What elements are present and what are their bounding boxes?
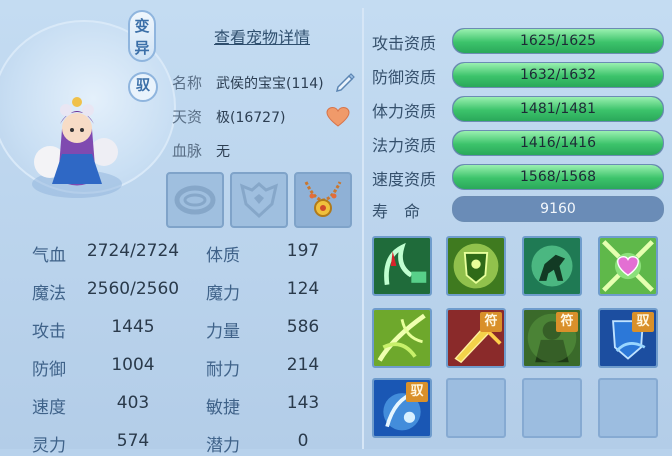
skill-slot[interactable]: 符 <box>522 308 582 368</box>
aptitude-value: 1481/1481 <box>520 101 596 117</box>
aptitude-value: 1625/1625 <box>520 33 596 49</box>
aptitude-label: 天资 <box>172 108 203 126</box>
empty-skill-slot[interactable] <box>598 378 658 438</box>
stat-label: 气血 <box>32 246 66 266</box>
attribute-label: 耐力 <box>206 360 240 380</box>
skill-slot[interactable]: 驭 <box>598 308 658 368</box>
skill-slot[interactable] <box>372 308 432 368</box>
bloodline-value: 无 <box>216 144 230 160</box>
life-label: 寿 命 <box>372 202 421 221</box>
aptitude-label: 攻击资质 <box>372 34 437 53</box>
pet-info-panel: 变异 驭 查看宠物详情 名称 武侯的宝宝(114) 天资 极(16727) 血脉无 <box>0 0 672 456</box>
stat-value: 574 <box>116 431 150 451</box>
aptitude-bar: 1632/1632 <box>452 62 664 88</box>
skill-slot[interactable] <box>372 236 432 296</box>
stat-value: 2560/2560 <box>86 279 180 299</box>
variant-tag: 变异 <box>128 10 156 62</box>
attribute-label: 魔力 <box>206 284 240 304</box>
attribute-label: 体质 <box>206 246 240 266</box>
stat-value: 1445 <box>111 317 155 337</box>
blood-drain-skill-icon <box>374 238 430 294</box>
life-bar: 9160 <box>452 196 664 222</box>
aptitude-label: 法力资质 <box>372 136 437 155</box>
aptitude-label: 速度资质 <box>372 170 437 189</box>
aptitude-value: 极(16727) <box>216 110 286 126</box>
equip-slot-necklace[interactable] <box>294 172 352 228</box>
stat-label: 防御 <box>32 360 66 380</box>
name-row: 名称 武侯的宝宝(114) <box>172 72 324 93</box>
stat-value: 403 <box>116 393 150 413</box>
empty-skill-slot[interactable] <box>446 378 506 438</box>
equip-slot-armor[interactable] <box>230 172 288 228</box>
leaf-burst-skill-icon <box>374 310 430 366</box>
stat-label: 速度 <box>32 398 66 418</box>
aptitude-bar: 1416/1416 <box>452 130 664 156</box>
view-pet-details-link[interactable]: 查看宠物详情 <box>214 24 310 48</box>
aptitude-row: 天资 极(16727) <box>172 106 285 127</box>
attribute-value: 0 <box>297 431 309 451</box>
aptitude-bar: 1481/1481 <box>452 96 664 122</box>
bloodline-row: 血脉无 <box>172 140 230 161</box>
skill-slot[interactable]: 符 <box>446 308 506 368</box>
collar-slot-icon <box>174 185 216 215</box>
edit-pencil-icon[interactable] <box>334 70 356 92</box>
attribute-value: 143 <box>286 393 320 413</box>
column-divider <box>362 8 364 449</box>
attribute-value: 586 <box>286 317 320 337</box>
aptitude-value: 1568/1568 <box>520 169 596 185</box>
skill-badge: 驭 <box>632 312 654 332</box>
left-column: 变异 驭 查看宠物详情 名称 武侯的宝宝(114) 天资 极(16727) 血脉无 <box>0 0 362 456</box>
aptitude-label: 体力资质 <box>372 102 437 121</box>
skill-slot[interactable]: 驭 <box>372 378 432 438</box>
necklace-item-icon <box>304 181 342 217</box>
stat-label: 攻击 <box>32 322 66 342</box>
horse-skill-icon <box>524 238 580 294</box>
skill-badge: 驭 <box>406 382 428 402</box>
shield-crest-skill-icon <box>448 238 504 294</box>
skill-slot[interactable] <box>598 236 658 296</box>
heart-icon[interactable] <box>326 106 350 128</box>
attribute-label: 敏捷 <box>206 398 240 418</box>
attribute-label: 潜力 <box>206 436 240 456</box>
life-value: 9160 <box>540 201 576 217</box>
name-value: 武侯的宝宝(114) <box>216 76 324 92</box>
attribute-value: 197 <box>286 241 320 261</box>
stat-value: 2724/2724 <box>86 241 180 261</box>
skill-badge: 符 <box>480 312 502 332</box>
empty-skill-slot[interactable] <box>522 378 582 438</box>
aptitude-value: 1632/1632 <box>520 67 596 83</box>
attribute-value: 124 <box>286 279 320 299</box>
stat-label: 魔法 <box>32 284 66 304</box>
attribute-label: 力量 <box>206 322 240 342</box>
name-label: 名称 <box>172 74 203 92</box>
stat-value: 1004 <box>111 355 155 375</box>
tame-tag: 驭 <box>128 72 158 102</box>
skill-slot[interactable] <box>522 236 582 296</box>
armor-slot-icon <box>239 182 279 219</box>
equip-slot-collar[interactable] <box>166 172 224 228</box>
aptitude-bar: 1568/1568 <box>452 164 664 190</box>
pet-figure-image <box>32 97 122 198</box>
aptitude-value: 1416/1416 <box>520 135 596 151</box>
aptitude-label: 防御资质 <box>372 68 437 87</box>
aptitude-bar: 1625/1625 <box>452 28 664 54</box>
skill-badge: 符 <box>556 312 578 332</box>
stat-label: 灵力 <box>32 436 66 456</box>
skill-slot[interactable] <box>446 236 506 296</box>
heart-crystal-skill-icon <box>600 238 656 294</box>
attribute-value: 214 <box>286 355 320 375</box>
bloodline-label: 血脉 <box>172 142 203 160</box>
